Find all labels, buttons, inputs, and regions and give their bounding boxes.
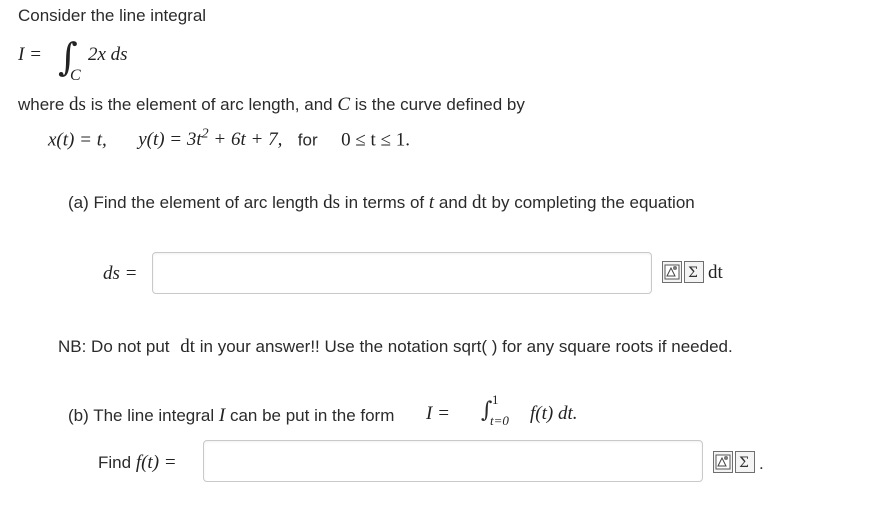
where-line: where ds is the element of arc length, a… — [18, 94, 525, 115]
ds-answer-input[interactable] — [152, 252, 652, 294]
preview-icon[interactable] — [713, 451, 733, 473]
t-range: 0 ≤ t ≤ 1. — [341, 129, 410, 151]
intro-text: Consider the line integral — [18, 6, 207, 25]
part-b-prompt: (b) The line integral I can be put in th… — [68, 405, 395, 426]
f-answer-input[interactable] — [203, 440, 703, 482]
equation-editor-icon[interactable]: Σ — [684, 261, 704, 283]
form-lower-limit: t=0 — [490, 413, 509, 428]
ds-label: ds = — [103, 263, 138, 284]
form-integrand: f(t) dt. — [530, 403, 578, 424]
y-equation: y(t) = 3t2 + 6t + 7, — [138, 127, 283, 151]
equation-editor-icon[interactable]: Σ — [735, 451, 755, 473]
integral-subscript: C — [70, 67, 81, 84]
form-lhs: I = — [426, 403, 450, 424]
find-label: Find f(t) = — [98, 452, 177, 473]
dt-suffix: dt — [708, 262, 723, 283]
svg-text:Σ: Σ — [688, 265, 698, 281]
part-a-prompt: (a) Find the element of arc length ds in… — [68, 192, 695, 213]
curve-definition: x(t) = t, y(t) = 3t2 + 6t + 7, for 0 ≤ t… — [48, 127, 410, 151]
integral-lhs: I = — [18, 44, 42, 65]
svg-text:Σ: Σ — [739, 455, 749, 471]
form-upper-limit: 1 — [492, 392, 499, 407]
ds-symbol: ds — [69, 94, 86, 115]
trailing-period: . — [759, 454, 764, 473]
integral-integrand: 2x ds — [88, 44, 128, 65]
curve-symbol: C — [337, 94, 351, 115]
nb-note: NB: Do not put dt in your answer!! Use t… — [58, 336, 733, 357]
x-equation: x(t) = t, — [48, 129, 107, 151]
for-word: for — [297, 130, 318, 150]
preview-icon[interactable] — [662, 261, 682, 283]
